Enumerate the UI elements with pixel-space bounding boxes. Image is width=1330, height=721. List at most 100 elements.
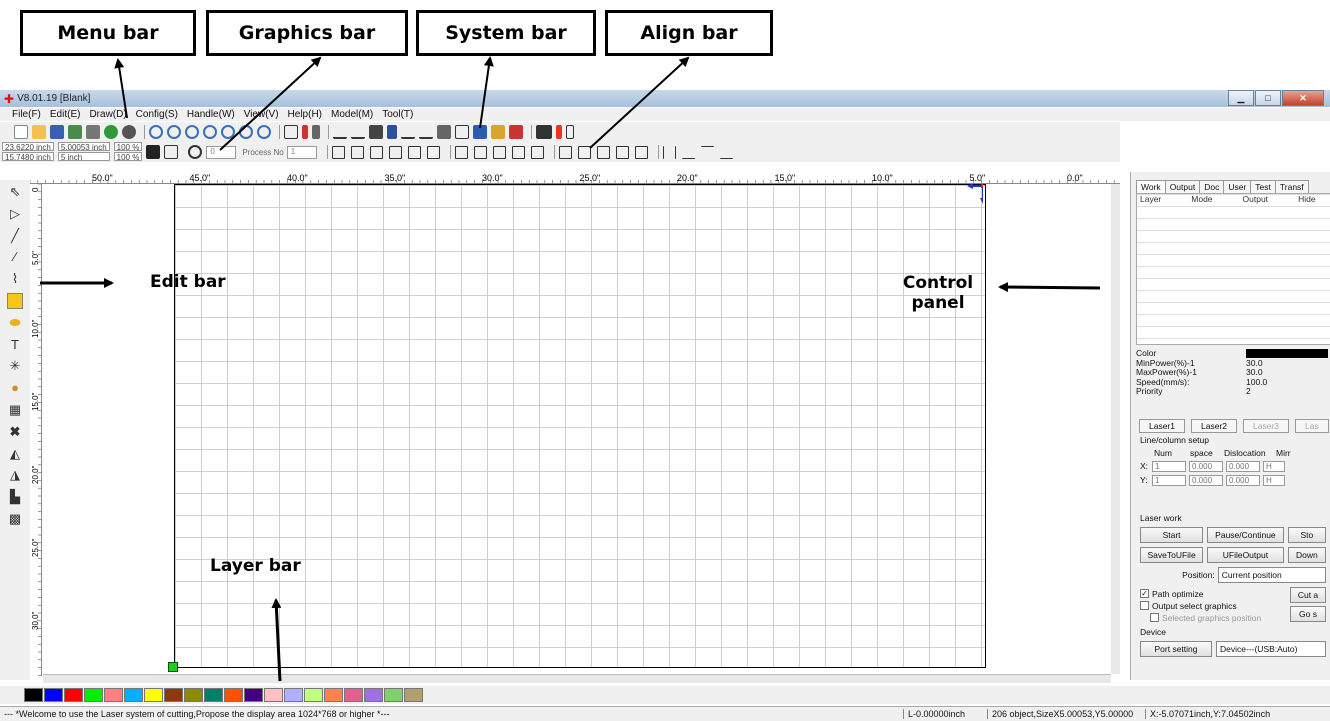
device-select[interactable]: Device---(USB:Auto) — [1216, 640, 1326, 657]
page-grid-icon[interactable] — [530, 145, 544, 159]
pen-icon[interactable] — [312, 125, 320, 139]
width-field[interactable]: 5.00053 inch — [57, 142, 110, 152]
redo-icon[interactable] — [122, 125, 136, 139]
horizontal-scrollbar[interactable] — [43, 674, 1111, 683]
same-size-icon[interactable] — [492, 145, 506, 159]
output-select-checkbox[interactable] — [1140, 601, 1149, 610]
red-laser-icon[interactable] — [556, 125, 562, 139]
maximize-icon[interactable]: □ — [1255, 90, 1281, 106]
align-hcenter-icon[interactable] — [407, 145, 421, 159]
pan-icon[interactable] — [257, 125, 271, 139]
direction-icon[interactable] — [419, 125, 433, 139]
to-bottom-right-icon[interactable] — [596, 145, 610, 159]
y-num-input[interactable]: 1 — [1152, 474, 1186, 486]
go-button[interactable]: Go s — [1290, 605, 1326, 622]
drawing-canvas[interactable] — [43, 183, 1111, 674]
x-mirror-checkbox[interactable]: H — [1263, 460, 1285, 472]
minimize-icon[interactable]: ▁ — [1228, 90, 1254, 106]
zoom-in-icon[interactable] — [149, 125, 163, 139]
menu-tool[interactable]: Tool(T) — [382, 109, 413, 120]
tab-output[interactable]: Output — [1164, 180, 1201, 193]
scale-x-field[interactable]: 100 % — [113, 142, 143, 152]
tab-laser4[interactable]: Las — [1295, 418, 1329, 433]
ufile-output-button[interactable]: UFileOutput — [1207, 546, 1284, 563]
layer-color-swatch-17[interactable] — [364, 688, 383, 702]
v-distribute-icon[interactable] — [700, 145, 714, 159]
layer-color-swatch-2[interactable] — [64, 688, 83, 702]
layer-color-swatch-4[interactable] — [104, 688, 123, 702]
save-to-ufile-button[interactable]: SaveToUFile — [1140, 546, 1204, 563]
curve-tool-icon[interactable]: ⌇ — [7, 271, 23, 287]
bracket-icon[interactable] — [566, 125, 574, 139]
import-icon[interactable] — [68, 125, 82, 139]
tab-laser2[interactable]: Laser2 — [1191, 418, 1237, 433]
h-space-icon[interactable] — [681, 146, 695, 159]
tab-transform[interactable]: Transf — [1274, 180, 1309, 193]
engrave-tool-icon[interactable] — [509, 125, 523, 139]
menu-draw[interactable]: Draw(D) — [89, 109, 126, 120]
y-position-field[interactable]: 15.7480 inch — [2, 152, 54, 162]
vertical-scrollbar[interactable] — [1111, 184, 1120, 674]
undo-icon[interactable] — [104, 125, 118, 139]
align-left-icon[interactable] — [331, 145, 345, 159]
tab-laser1[interactable]: Laser1 — [1139, 418, 1185, 433]
layer-color-swatch-5[interactable] — [124, 688, 143, 702]
lock-icon[interactable] — [146, 145, 161, 159]
open-folder-icon[interactable] — [32, 125, 46, 139]
layer-color-swatch-0[interactable] — [24, 688, 43, 702]
menu-file[interactable]: File(F) — [12, 109, 41, 120]
sort-icon[interactable] — [387, 125, 397, 139]
layer-color-swatch-9[interactable] — [204, 688, 223, 702]
layer-color-swatch-13[interactable] — [284, 688, 303, 702]
image-tool-icon[interactable]: ▙ — [7, 489, 23, 505]
x-position-field[interactable]: 23.6220 inch — [2, 142, 54, 152]
to-top-right-icon[interactable] — [577, 145, 591, 159]
port-setting-button[interactable]: Port setting — [1140, 640, 1212, 657]
tab-doc[interactable]: Doc — [1199, 180, 1225, 193]
layer-color-swatch-16[interactable] — [344, 688, 363, 702]
h-distribute-icon[interactable] — [662, 145, 676, 159]
layer-color-swatch-3[interactable] — [84, 688, 103, 702]
zoom-page-icon[interactable] — [185, 125, 199, 139]
menu-config[interactable]: Config(S) — [136, 109, 178, 120]
layer-color-swatch-18[interactable] — [384, 688, 403, 702]
stop-button[interactable]: Sto — [1287, 526, 1326, 543]
array-tool-icon[interactable]: ▦ — [7, 402, 23, 418]
save-icon[interactable] — [50, 125, 64, 139]
frame-icon[interactable] — [455, 125, 469, 139]
tab-laser3[interactable]: Laser3 — [1243, 418, 1289, 433]
print-icon[interactable] — [437, 125, 451, 139]
center-page-icon[interactable] — [511, 145, 525, 159]
path-optimize-checkbox[interactable]: ✓ — [1140, 589, 1149, 598]
scale-y-field[interactable]: 100 % — [113, 152, 143, 162]
prop-value[interactable]: 2 — [1246, 386, 1251, 397]
layer-color-swatch-1[interactable] — [44, 688, 63, 702]
menu-edit[interactable]: Edit(E) — [50, 109, 81, 120]
same-height-icon[interactable] — [473, 145, 487, 159]
to-top-left-icon[interactable] — [558, 145, 572, 159]
text-tool-icon[interactable]: T — [7, 337, 23, 353]
new-file-icon[interactable] — [14, 125, 28, 139]
align-bottom-icon[interactable] — [388, 145, 402, 159]
x-num-input[interactable]: 1 — [1152, 460, 1186, 472]
camera-icon[interactable] — [536, 125, 552, 139]
delete-tool-icon[interactable]: ✖ — [7, 424, 23, 440]
x-dislocation-input[interactable]: 0.000 — [1226, 460, 1260, 472]
download-button[interactable]: Down — [1287, 546, 1326, 563]
mirror-v-icon[interactable]: ◮ — [7, 467, 23, 483]
work-area-grid[interactable] — [174, 184, 986, 668]
layer-color-swatch-7[interactable] — [164, 688, 183, 702]
align-top-icon[interactable] — [369, 145, 383, 159]
to-bottom-left-icon[interactable] — [615, 145, 629, 159]
curve-icon[interactable] — [333, 125, 347, 139]
layer-color-swatch-8[interactable] — [184, 688, 203, 702]
node-edit-icon[interactable] — [302, 125, 308, 139]
v-space-icon[interactable] — [719, 146, 733, 159]
menu-help[interactable]: Help(H) — [288, 109, 322, 120]
pause-continue-button[interactable]: Pause/Continue — [1207, 526, 1284, 543]
layer-color-swatch-15[interactable] — [324, 688, 343, 702]
same-width-icon[interactable] — [454, 145, 468, 159]
layer-color-swatch[interactable] — [1246, 349, 1328, 358]
align-vcenter-icon[interactable] — [426, 145, 440, 159]
polyline-tool-icon[interactable]: ∕ — [7, 249, 23, 265]
